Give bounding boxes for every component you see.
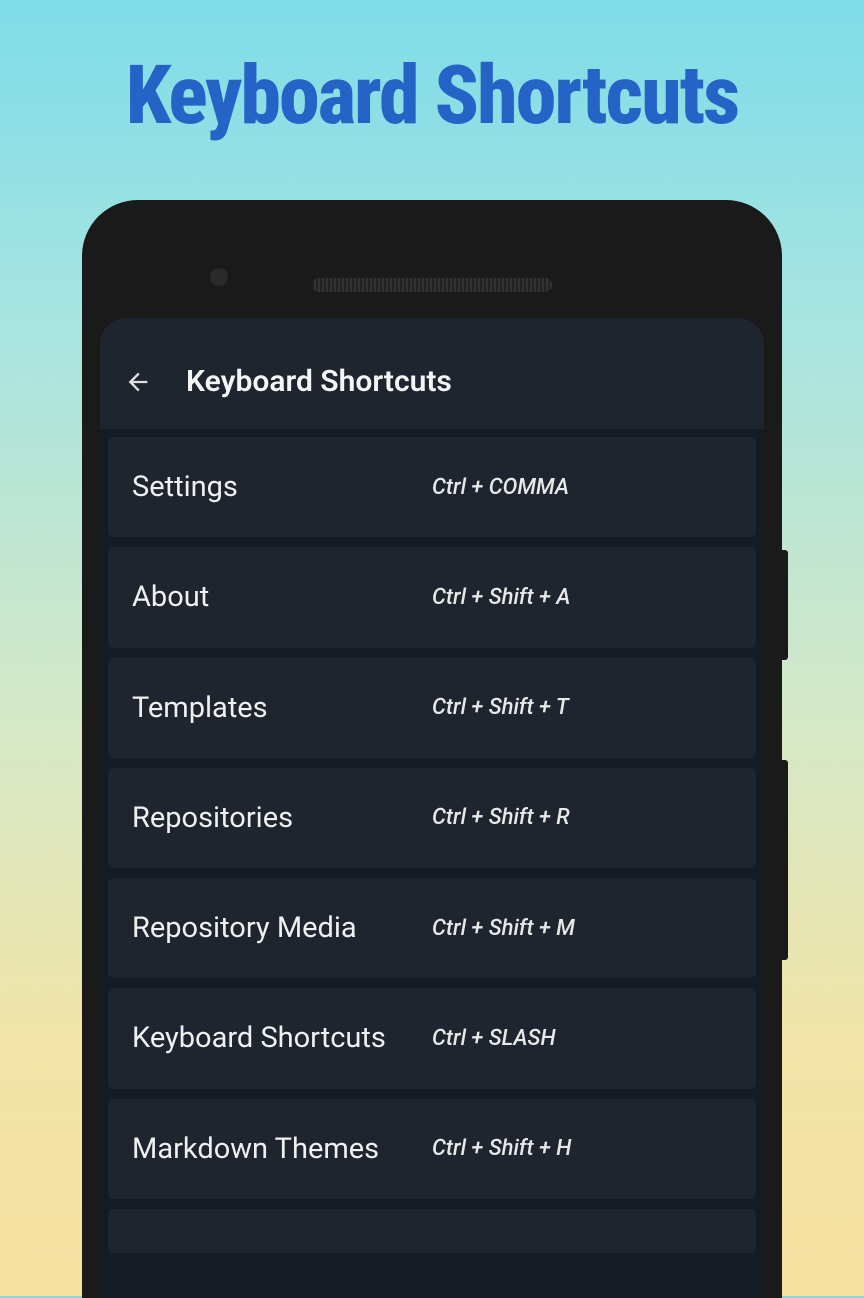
back-button[interactable] bbox=[124, 368, 152, 396]
phone-frame: Keyboard Shortcuts Settings Ctrl + COMMA… bbox=[82, 200, 782, 1298]
shortcut-keys: Ctrl + Shift + T bbox=[432, 695, 732, 720]
shortcut-item-markdown-themes[interactable]: Markdown Themes Ctrl + Shift + H bbox=[108, 1099, 756, 1199]
camera-dot bbox=[210, 268, 228, 286]
shortcut-item-repository-media[interactable]: Repository Media Ctrl + Shift + M bbox=[108, 878, 756, 978]
shortcut-item-templates[interactable]: Templates Ctrl + Shift + T bbox=[108, 658, 756, 758]
screen: Keyboard Shortcuts Settings Ctrl + COMMA… bbox=[100, 318, 764, 1298]
shortcut-label: Settings bbox=[132, 469, 432, 505]
hero-title: Keyboard Shortcuts bbox=[0, 0, 864, 144]
shortcut-keys: Ctrl + SLASH bbox=[432, 1026, 732, 1051]
shortcut-keys: Ctrl + Shift + R bbox=[432, 805, 732, 830]
shortcut-label: About bbox=[132, 579, 432, 615]
page-title: Keyboard Shortcuts bbox=[186, 364, 452, 399]
shortcut-label: Keyboard Shortcuts bbox=[132, 1020, 432, 1056]
shortcut-item-repositories[interactable]: Repositories Ctrl + Shift + R bbox=[108, 768, 756, 868]
shortcut-item-settings[interactable]: Settings Ctrl + COMMA bbox=[108, 437, 756, 537]
shortcut-item-partial[interactable] bbox=[108, 1209, 756, 1253]
app-bar: Keyboard Shortcuts bbox=[100, 338, 764, 429]
shortcut-item-keyboard-shortcuts[interactable]: Keyboard Shortcuts Ctrl + SLASH bbox=[108, 988, 756, 1088]
speaker-grill bbox=[312, 278, 552, 292]
shortcut-keys: Ctrl + Shift + M bbox=[432, 916, 732, 941]
shortcut-label: Repositories bbox=[132, 800, 432, 836]
phone-mockup: Keyboard Shortcuts Settings Ctrl + COMMA… bbox=[82, 200, 782, 1298]
status-bar bbox=[100, 318, 764, 338]
phone-top bbox=[100, 218, 764, 318]
shortcut-label: Templates bbox=[132, 690, 432, 726]
shortcut-label: Markdown Themes bbox=[132, 1131, 432, 1167]
arrow-left-icon bbox=[124, 368, 152, 396]
phone-side-button bbox=[782, 550, 788, 660]
shortcut-item-about[interactable]: About Ctrl + Shift + A bbox=[108, 547, 756, 647]
shortcut-keys: Ctrl + Shift + A bbox=[432, 585, 732, 610]
shortcuts-list: Settings Ctrl + COMMA About Ctrl + Shift… bbox=[100, 429, 764, 1253]
shortcut-label: Repository Media bbox=[132, 910, 432, 946]
shortcut-keys: Ctrl + COMMA bbox=[432, 475, 732, 500]
phone-side-button bbox=[782, 760, 788, 960]
shortcut-keys: Ctrl + Shift + H bbox=[432, 1136, 732, 1161]
